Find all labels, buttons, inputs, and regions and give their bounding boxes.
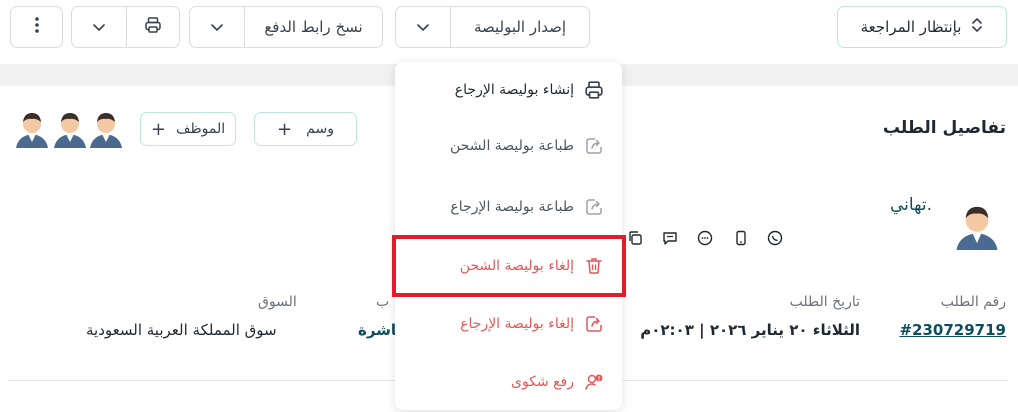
menu-item-print-shipping-policy[interactable]: طباعة بوليصة الشحن	[395, 118, 622, 174]
plus-icon: +	[150, 118, 166, 140]
menu-item-label: رفع شكوى	[510, 374, 574, 390]
top-toolbar: بإنتظار المراجعة إصدار البوليصة نسخ رابط…	[0, 0, 1018, 64]
menu-item-label: طباعة بوليصة الشحن	[450, 138, 574, 154]
market-label: السوق	[258, 294, 297, 310]
order-number-label: رقم الطلب	[940, 294, 1006, 310]
menu-item-create-return-policy[interactable]: إنشاء بوليصة الإرجاع	[395, 62, 622, 118]
copy-payment-link-dropdown-toggle[interactable]	[190, 7, 244, 47]
add-tag-button[interactable]: وسم +	[254, 112, 357, 146]
printer-icon	[144, 16, 162, 38]
more-options-button[interactable]	[10, 6, 63, 48]
copy-payment-link-split-button: نسخ رابط الدفع	[189, 6, 383, 48]
issue-policy-label: إصدار البوليصة	[473, 18, 567, 36]
order-date-label: تاريخ الطلب	[789, 294, 860, 310]
print-dropdown-toggle[interactable]	[72, 7, 126, 47]
menu-item-label: إلغاء بوليصة الإرجاع	[460, 316, 574, 332]
menu-item-cancel-return-policy[interactable]: إلغاء بوليصة الإرجاع	[395, 296, 622, 352]
print-split-button	[71, 6, 180, 48]
order-date-value: الثلاثاء ٢٠ يناير ٢٠٢٦ | ٠٢:٠٣م	[640, 321, 860, 339]
highlight-box	[392, 235, 626, 297]
section-title: تفاصيل الطلب	[882, 118, 1006, 138]
employee-label: الموظف	[175, 121, 226, 137]
avatar	[84, 106, 128, 150]
share-icon	[584, 314, 604, 334]
menu-item-label: طباعة بوليصة الإرجاع	[450, 199, 574, 215]
message-icon[interactable]	[662, 230, 678, 246]
status-label: بإنتظار المراجعة	[860, 18, 962, 36]
add-employee-button[interactable]: + الموظف	[140, 112, 236, 146]
copy-payment-link-label: نسخ رابط الدفع	[264, 18, 363, 36]
menu-item-file-complaint[interactable]: رفع شكوى	[395, 354, 622, 410]
printer-icon	[584, 80, 604, 100]
whatsapp-icon[interactable]	[767, 230, 783, 246]
chat-icon[interactable]	[697, 230, 713, 246]
share-icon	[584, 197, 604, 217]
tag-label: وسم	[306, 121, 334, 137]
issue-policy-button[interactable]: إصدار البوليصة	[451, 7, 589, 47]
copy-icon[interactable]	[627, 230, 643, 246]
print-button[interactable]	[127, 7, 179, 47]
order-source-label: ب	[376, 294, 390, 310]
issue-policy-split-button: إصدار البوليصة	[395, 6, 590, 48]
user-alert-icon	[584, 372, 604, 392]
more-vertical-icon	[34, 17, 39, 37]
phone-icon[interactable]	[733, 230, 749, 246]
chevron-down-icon	[211, 18, 223, 36]
market-value: سوق المملكة العربية السعودية	[86, 321, 277, 339]
sort-updown-icon	[971, 18, 983, 36]
customer-avatar	[956, 206, 998, 250]
status-button[interactable]: بإنتظار المراجعة	[837, 6, 1007, 48]
issue-policy-dropdown-toggle[interactable]	[396, 7, 450, 47]
plus-icon: +	[277, 118, 293, 140]
customer-name[interactable]: تهاني.	[890, 195, 932, 215]
chevron-down-icon	[417, 18, 429, 36]
copy-payment-link-button[interactable]: نسخ رابط الدفع	[245, 7, 382, 47]
menu-item-label: إنشاء بوليصة الإرجاع	[454, 82, 574, 98]
share-icon	[584, 136, 604, 156]
chevron-down-icon	[93, 18, 105, 36]
menu-item-print-return-policy[interactable]: طباعة بوليصة الإرجاع	[395, 179, 622, 235]
order-number-link[interactable]: #230729719	[899, 321, 1006, 339]
